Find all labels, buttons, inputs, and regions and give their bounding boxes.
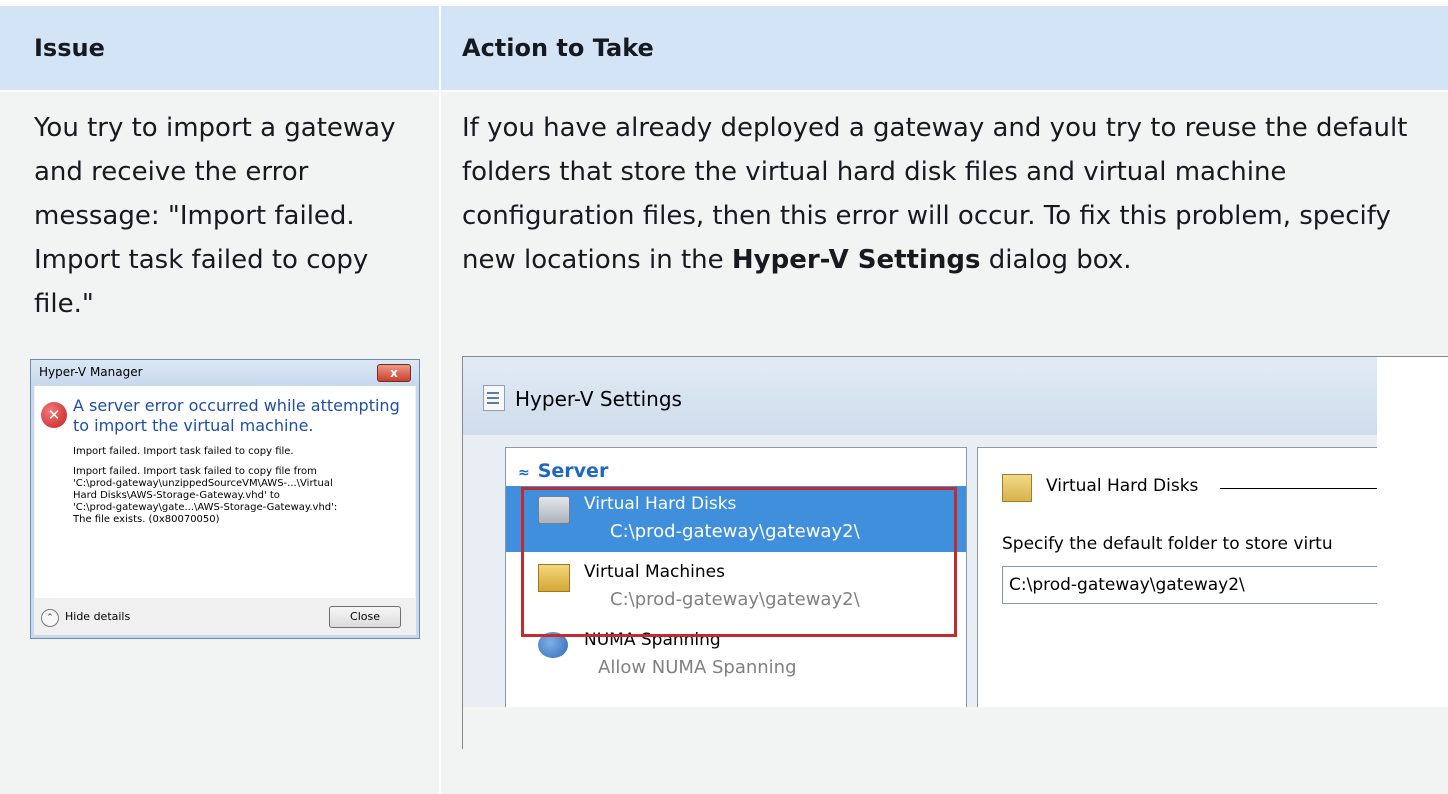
error-icon: ✕: [41, 402, 67, 428]
hyperv-settings-window: Hyper-V Settings ≈ Server Virtual Hard Di…: [462, 356, 1448, 749]
hyperv-titlebar: Hyper-V Settings: [463, 357, 1448, 435]
panel-heading: Virtual Hard Disks: [1046, 476, 1199, 496]
hyperv-title: Hyper-V Settings: [515, 387, 682, 411]
header-action: Action to Take: [462, 34, 654, 62]
error-dialog: Hyper-V Manager x ✕ A server error occur…: [30, 359, 420, 639]
hard-disk-icon: [1002, 474, 1032, 502]
torn-edge-right: [1377, 357, 1448, 749]
close-icon[interactable]: x: [377, 364, 411, 382]
dialog-footer: ⌃ Hide details Close: [31, 598, 419, 638]
panel-description: Specify the default folder to store virt…: [1002, 534, 1333, 554]
tree-item-value: Allow NUMA Spanning: [598, 657, 797, 678]
issue-description: You try to import a gateway and receive …: [34, 113, 396, 319]
action-description: If you have already deployed a gateway a…: [462, 106, 1422, 282]
error-main-message: A server error occurred while attempting…: [73, 396, 400, 435]
table-header: Issue Action to Take: [0, 6, 1448, 92]
header-issue: Issue: [34, 34, 105, 62]
action-text-tail: dialog box.: [980, 245, 1132, 275]
error-details: Import failed. Import task failed to cop…: [73, 466, 338, 525]
error-line: Import failed. Import task failed to cop…: [73, 446, 294, 457]
server-group[interactable]: ≈ Server: [518, 460, 608, 482]
highlight-box: [521, 487, 957, 637]
dialog-title: Hyper-V Manager: [39, 365, 143, 379]
hide-details-link[interactable]: Hide details: [65, 610, 130, 623]
chevron-up-icon[interactable]: ⌃: [41, 609, 59, 627]
torn-edge-bottom: [463, 707, 1448, 749]
close-button[interactable]: Close: [329, 606, 401, 628]
issue-table: Issue Action to Take You try to import a…: [0, 6, 1448, 794]
column-divider: [439, 6, 441, 794]
dialog-body: ✕ A server error occurred while attempti…: [35, 386, 415, 598]
collapse-icon: ≈: [518, 465, 530, 481]
settings-icon: [483, 385, 505, 411]
dialog-titlebar: Hyper-V Manager x: [31, 360, 419, 386]
action-bold-term: Hyper-V Settings: [731, 245, 981, 275]
folder-path-value: C:\prod-gateway\gateway2\: [1009, 575, 1245, 595]
server-label: Server: [537, 460, 609, 482]
